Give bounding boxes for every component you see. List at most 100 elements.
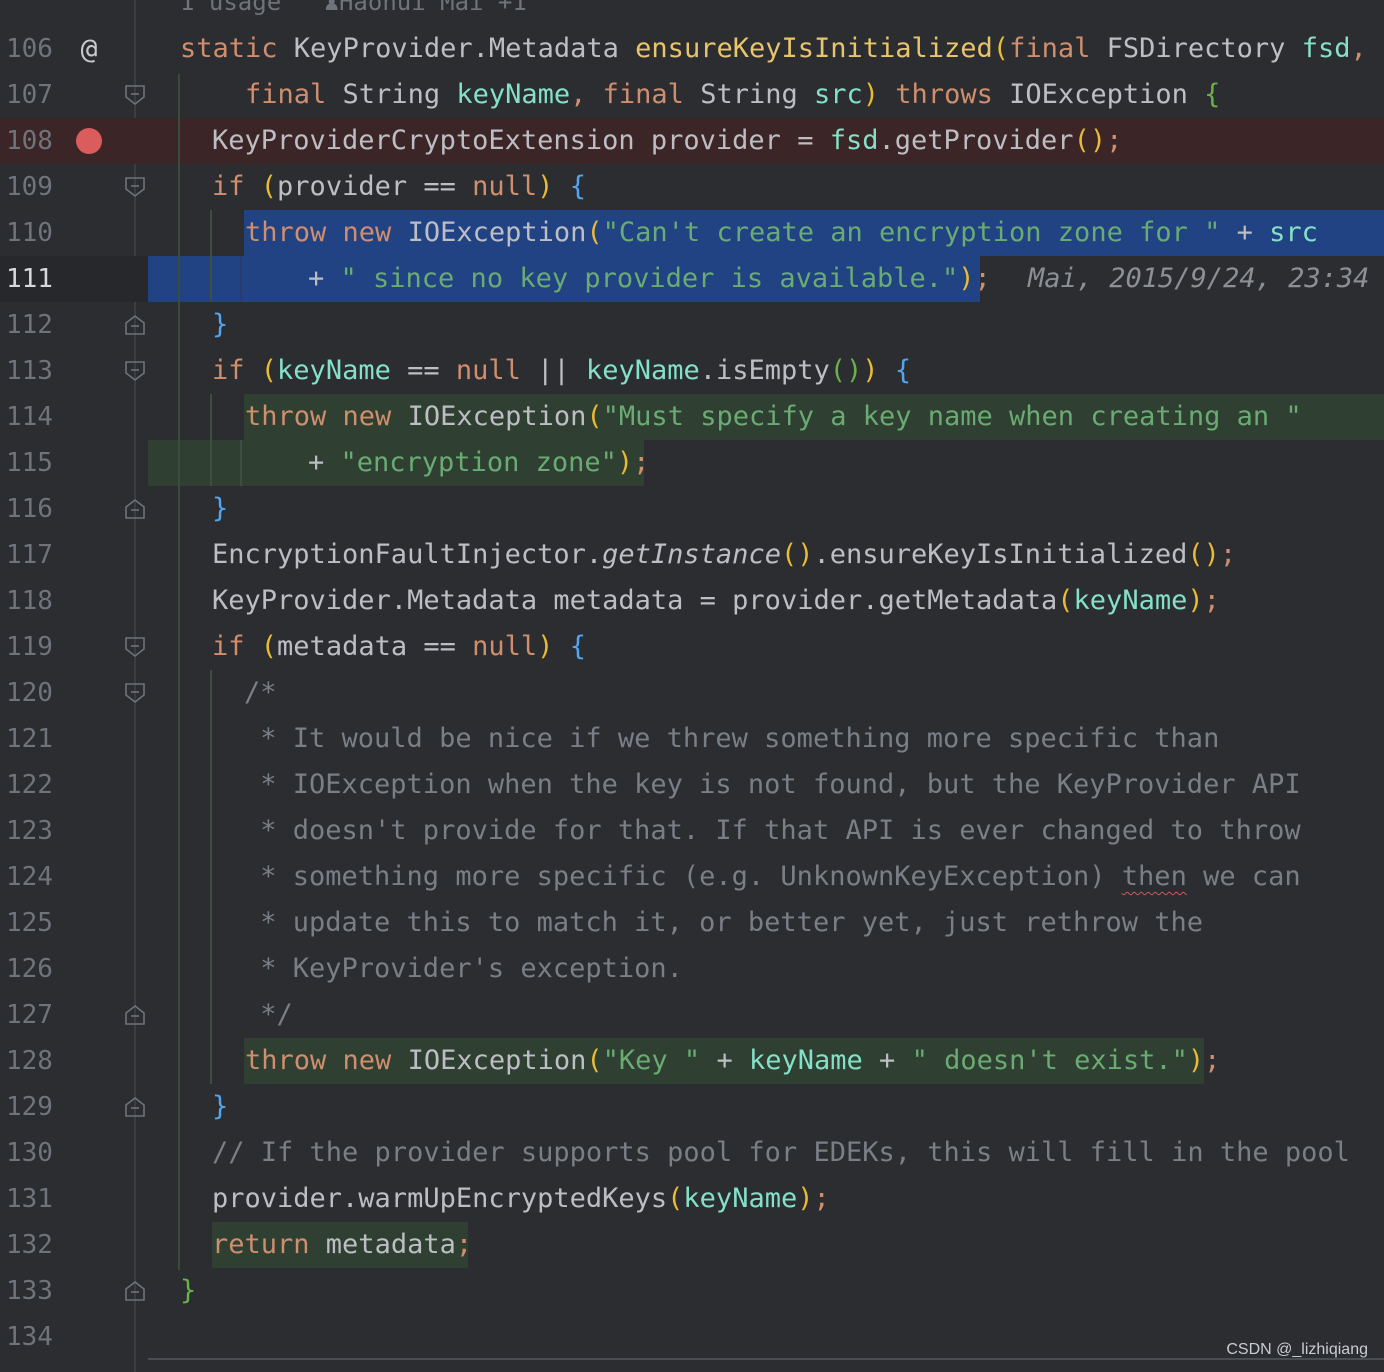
code-text: KeyProvider.Metadata metadata = provider…	[212, 585, 1220, 616]
watermark: CSDN @_lizhiqiang	[1226, 1341, 1368, 1358]
line-number: 107	[6, 80, 53, 110]
code-text: throw new IOException("Can't create an e…	[245, 217, 1318, 248]
typo-warning[interactable]: then	[1122, 861, 1187, 892]
line-number: 124	[6, 862, 53, 892]
code-text: * update this to match it, or better yet…	[244, 907, 1204, 938]
fold-end-icon[interactable]	[124, 314, 146, 336]
code-text: final String keyName, final String src) …	[245, 79, 1221, 110]
fold-collapse-icon[interactable]	[124, 84, 146, 106]
line-number: 114	[6, 402, 53, 432]
code-text: throw new IOException("Key " + keyName +…	[245, 1045, 1221, 1076]
code-text: EncryptionFaultInjector.getInstance().en…	[212, 539, 1237, 570]
code-line[interactable]: 116 }	[0, 486, 1384, 532]
line-number: 115	[6, 448, 53, 478]
code-line[interactable]: 131 provider.warmUpEncryptedKeys(keyName…	[0, 1176, 1384, 1222]
code-text: if (keyName == null || keyName.isEmpty()…	[212, 355, 912, 386]
indent-guide	[210, 670, 212, 1084]
breakpoint-icon[interactable]	[76, 128, 102, 154]
code-text: + "encryption zone");	[308, 447, 650, 478]
comment-line[interactable]: 120 /*	[0, 670, 1384, 716]
code-text: }	[180, 1275, 197, 1306]
code-line[interactable]: 114 throw new IOException("Must specify …	[0, 394, 1384, 440]
code-text: if (provider == null) {	[212, 171, 586, 202]
usages-link[interactable]: 1 usage	[180, 0, 281, 16]
override-at-icon[interactable]: @	[74, 26, 104, 72]
line-number: 127	[6, 1000, 53, 1030]
code-line[interactable]: 128 throw new IOException("Key " + keyNa…	[0, 1038, 1384, 1084]
code-line[interactable]: 110 throw new IOException("Can't create …	[0, 210, 1384, 256]
code-text: * It would be nice if we threw something…	[244, 723, 1220, 754]
line-number: 111	[6, 264, 53, 294]
line-number: 123	[6, 816, 53, 846]
line-number: 117	[6, 540, 53, 570]
code-text: throw new IOException("Must specify a ke…	[245, 401, 1302, 432]
line-number: 128	[6, 1046, 53, 1076]
line-number: 119	[6, 632, 53, 662]
fold-end-icon[interactable]	[124, 1004, 146, 1026]
comment-line[interactable]: 122 * IOException when the key is not fo…	[0, 762, 1384, 808]
code-line[interactable]: 106 @ static KeyProvider.Metadata ensure…	[0, 26, 1384, 72]
fold-collapse-icon[interactable]	[124, 176, 146, 198]
author-name: Haohui Mai +1	[338, 0, 527, 16]
indent-guide	[240, 256, 242, 302]
fold-end-icon[interactable]	[124, 498, 146, 520]
code-text: /*	[244, 677, 277, 708]
line-number: 108	[6, 126, 53, 156]
code-line[interactable]: 112 }	[0, 302, 1384, 348]
code-line[interactable]: 119 if (metadata == null) {	[0, 624, 1384, 670]
fold-collapse-icon[interactable]	[124, 682, 146, 704]
indent-guide	[210, 210, 212, 302]
code-text: */	[244, 999, 293, 1030]
line-number: 112	[6, 310, 53, 340]
fold-collapse-icon[interactable]	[124, 636, 146, 658]
fold-end-icon[interactable]	[124, 1280, 146, 1302]
line-number: 116	[6, 494, 53, 524]
code-line[interactable]: 115 + "encryption zone");	[0, 440, 1384, 486]
line-number: 106	[6, 34, 53, 64]
code-line[interactable]: 107 final String keyName, final String s…	[0, 72, 1384, 118]
comment-line[interactable]: 124 * something more specific (e.g. Unkn…	[0, 854, 1384, 900]
code-line[interactable]: 132 return metadata;	[0, 1222, 1384, 1268]
line-number: 133	[6, 1276, 53, 1306]
comment-line[interactable]: 123 * doesn't provide for that. If that …	[0, 808, 1384, 854]
git-blame-annotation[interactable]: Mai, 2015/9/24, 23:34	[1028, 256, 1369, 302]
code-text: }	[212, 493, 229, 524]
code-line[interactable]: 133 }	[0, 1268, 1384, 1314]
line-number: 113	[6, 356, 53, 386]
code-line[interactable]: 129 }	[0, 1084, 1384, 1130]
author-icon: ♟	[324, 0, 339, 16]
line-number: 131	[6, 1184, 53, 1214]
comment-line[interactable]: 125 * update this to match it, or better…	[0, 900, 1384, 946]
line-number: 118	[6, 586, 53, 616]
comment-line[interactable]: 126 * KeyProvider's exception.	[0, 946, 1384, 992]
line-number: 126	[6, 954, 53, 984]
usage-hint[interactable]: 1 usage ♟Haohui Mai +1	[180, 0, 527, 18]
breakpoint-line[interactable]: 108 KeyProviderCryptoExtension provider …	[0, 118, 1384, 164]
fold-collapse-icon[interactable]	[124, 360, 146, 382]
code-text: * doesn't provide for that. If that API …	[244, 815, 1301, 846]
code-text: * something more specific (e.g. UnknownK…	[244, 861, 1301, 892]
code-line[interactable]: 117 EncryptionFaultInjector.getInstance(…	[0, 532, 1384, 578]
comment-line[interactable]: 127 */	[0, 992, 1384, 1038]
indent-guide	[210, 394, 212, 486]
current-code-line[interactable]: 111 + " since no key provider is availab…	[0, 256, 1384, 302]
code-text: if (metadata == null) {	[212, 631, 586, 662]
comment-line[interactable]: 121 * It would be nice if we threw somet…	[0, 716, 1384, 762]
code-line[interactable]: 109 if (provider == null) {	[0, 164, 1384, 210]
code-line[interactable]: 118 KeyProvider.Metadata metadata = prov…	[0, 578, 1384, 624]
code-line[interactable]: 113 if (keyName == null || keyName.isEmp…	[0, 348, 1384, 394]
code-text: KeyProviderCryptoExtension provider = fs…	[212, 125, 1123, 156]
code-text: * IOException when the key is not found,…	[244, 769, 1301, 800]
code-line[interactable]: 134	[0, 1314, 1384, 1360]
editor-bottom-divider	[148, 1358, 1384, 1360]
code-text: * KeyProvider's exception.	[244, 953, 683, 984]
line-number: 122	[6, 770, 53, 800]
code-editor[interactable]: 1 usage ♟Haohui Mai +1 106 @ static KeyP…	[0, 0, 1384, 1372]
indent-guide	[240, 440, 242, 486]
line-number: 121	[6, 724, 53, 754]
line-number: 110	[6, 218, 53, 248]
line-number: 130	[6, 1138, 53, 1168]
line-number: 129	[6, 1092, 53, 1122]
comment-line[interactable]: 130 // If the provider supports pool for…	[0, 1130, 1384, 1176]
fold-end-icon[interactable]	[124, 1096, 146, 1118]
